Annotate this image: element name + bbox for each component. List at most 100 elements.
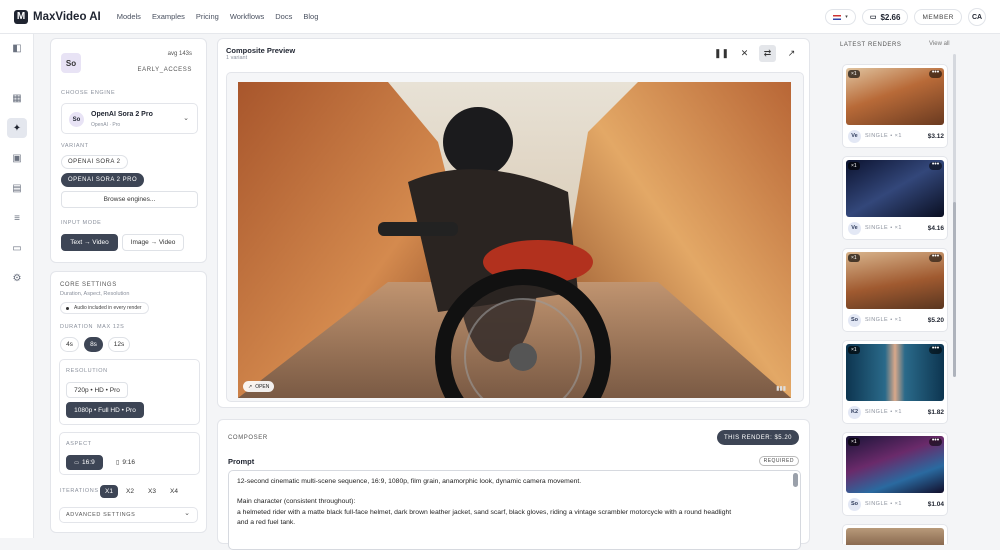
- resolution-label: RESOLUTION: [66, 368, 108, 374]
- iteration-x3[interactable]: X3: [143, 485, 161, 498]
- dashboard-icon[interactable]: ▦: [7, 88, 27, 108]
- icon-rail: ◧ ▦ ✦ ▣ ▤ ≡ ▭ ⚙: [0, 34, 34, 538]
- engine-select[interactable]: So OpenAI Sora 2 Pro OpenAI · Pro ⌄: [61, 103, 198, 134]
- render-card[interactable]: ×1 ••• Ve SINGLE • ×1 $3.12: [842, 64, 948, 148]
- render-card[interactable]: ×1 ••• K2 SINGLE • ×1 $1.82: [842, 340, 948, 424]
- video-still: [238, 82, 791, 398]
- duration-4s[interactable]: 4s: [60, 337, 79, 352]
- preview-title: Composite Preview: [226, 46, 296, 55]
- iteration-x1[interactable]: X1: [100, 485, 118, 498]
- core-settings-title: CORE SETTINGS: [60, 282, 117, 288]
- render-mode: SINGLE • ×1: [865, 317, 902, 323]
- duration-8s[interactable]: 8s: [84, 337, 103, 352]
- render-engine-badge: Ve: [848, 221, 861, 235]
- iteration-x2[interactable]: X2: [121, 485, 139, 498]
- more-options-icon[interactable]: •••: [929, 69, 942, 78]
- variant-sora-2[interactable]: OPENAI SORA 2: [61, 155, 128, 169]
- more-options-icon[interactable]: •••: [929, 437, 942, 446]
- chevron-down-icon: ▾: [845, 14, 848, 20]
- render-card[interactable]: ×1 ••• Ve SINGLE • ×1 $4.16: [842, 156, 948, 240]
- pause-icon[interactable]: ❚❚: [713, 45, 730, 62]
- prompt-line-2: Main character (consistent throughout):: [237, 498, 356, 505]
- view-all-link[interactable]: View all: [929, 41, 950, 47]
- iteration-x4[interactable]: X4: [165, 485, 183, 498]
- aspect-9-16[interactable]: ▯ 9:16: [107, 455, 144, 470]
- nav-link-pricing[interactable]: Pricing: [196, 12, 219, 21]
- render-card[interactable]: ×1 ••• So SINGLE • ×1 $5.20: [842, 248, 948, 332]
- loop-icon[interactable]: ⇄: [759, 45, 776, 62]
- browse-engines-button[interactable]: Browse engines...: [61, 191, 198, 208]
- video-frame: ↗ OPEN ▮▮▮: [226, 72, 804, 402]
- render-mode: SINGLE • ×1: [865, 501, 902, 507]
- advanced-settings-toggle[interactable]: ADVANCED SETTINGS ⌄: [59, 507, 198, 523]
- render-engine-badge: K2: [848, 405, 861, 419]
- input-mode-label: INPUT MODE: [61, 220, 102, 226]
- collapse-sidebar-icon[interactable]: ◧: [7, 38, 27, 58]
- render-price: $5.20: [927, 316, 944, 324]
- access-badge: EARLY_ACCESS: [137, 67, 192, 73]
- nav-link-docs[interactable]: Docs: [275, 12, 292, 21]
- billing-icon[interactable]: ▭: [7, 238, 27, 258]
- external-link-icon: ↗: [248, 383, 253, 390]
- latest-renders-panel: LATEST RENDERS View all ×1 ••• Ve SINGLE…: [833, 34, 1000, 545]
- preview-subtitle: 1 variant: [226, 55, 248, 61]
- video-player[interactable]: ↗ OPEN ▮▮▮: [238, 82, 791, 398]
- duration-max: MAX 12S: [97, 324, 125, 330]
- render-engine-badge: So: [848, 313, 861, 327]
- render-price: $1.82: [927, 408, 944, 416]
- prompt-scrollbar[interactable]: [793, 473, 798, 487]
- aspect-16-9[interactable]: ▭ 16:9: [66, 455, 103, 470]
- member-badge[interactable]: MEMBER: [914, 9, 962, 25]
- jobs-icon[interactable]: ≡: [7, 208, 27, 228]
- renders-scrollbar[interactable]: [953, 54, 956, 377]
- mode-text-to-video[interactable]: Text → Video: [61, 234, 118, 251]
- variant-sora-2-pro[interactable]: OPENAI SORA 2 PRO: [61, 173, 145, 187]
- nav-link-blog[interactable]: Blog: [303, 12, 318, 21]
- nav-link-examples[interactable]: Examples: [152, 12, 185, 21]
- language-selector[interactable]: ▾: [825, 9, 856, 25]
- render-meta: So SINGLE • ×1 $5.20: [848, 313, 944, 327]
- settings-icon[interactable]: ⚙: [7, 268, 27, 288]
- chevron-down-icon: ⌄: [184, 510, 190, 517]
- gallery-icon[interactable]: ▣: [7, 148, 27, 168]
- render-card[interactable]: ×1 ••• So SINGLE • ×1 $1.04: [842, 432, 948, 516]
- avatar[interactable]: CA: [968, 8, 986, 26]
- avg-time: avg 143s: [167, 51, 192, 57]
- render-meta: Ve SINGLE • ×1 $4.16: [848, 221, 944, 235]
- render-count-tag: ×1: [848, 346, 860, 354]
- prompt-textarea[interactable]: 12-second cinematic multi-scene sequence…: [228, 470, 801, 550]
- flag-icon: [833, 14, 842, 20]
- render-thumbnail[interactable]: [846, 528, 944, 545]
- external-link-icon[interactable]: ↗: [783, 45, 800, 62]
- mute-icon[interactable]: ✕: [736, 45, 753, 62]
- more-options-icon[interactable]: •••: [929, 345, 942, 354]
- mode-image-to-video[interactable]: Image → Video: [122, 234, 184, 251]
- render-card[interactable]: [842, 524, 948, 545]
- advanced-settings-label: ADVANCED SETTINGS: [66, 512, 136, 518]
- more-options-icon[interactable]: •••: [929, 161, 942, 170]
- wallet-balance[interactable]: ▭ $2.66: [861, 9, 909, 25]
- render-engine-badge: So: [848, 497, 861, 511]
- generate-icon[interactable]: ✦: [7, 118, 27, 138]
- composer-label: COMPOSER: [228, 435, 268, 441]
- brand-name: MaxVideo AI: [33, 10, 101, 23]
- duration-12s[interactable]: 12s: [108, 337, 130, 352]
- prompt-line-3: a helmeted rider with a matte black full…: [237, 509, 732, 516]
- more-options-icon[interactable]: •••: [929, 253, 942, 262]
- nav-link-models[interactable]: Models: [117, 12, 141, 21]
- engine-name: OpenAI Sora 2 Pro: [91, 111, 153, 118]
- resolution-1080p[interactable]: 1080p • Full HD • Pro: [66, 402, 144, 418]
- render-engine-badge: Ve: [848, 129, 861, 143]
- nav-link-workflows[interactable]: Workflows: [230, 12, 264, 21]
- resolution-720p[interactable]: 720p • HD • Pro: [66, 382, 128, 398]
- open-button[interactable]: ↗ OPEN: [243, 381, 275, 392]
- aspect-9-16-label: 9:16: [122, 459, 135, 466]
- library-icon[interactable]: ▤: [7, 178, 27, 198]
- core-settings-subtitle: Duration, Aspect, Resolution: [60, 291, 130, 297]
- render-count-tag: ×1: [848, 70, 860, 78]
- render-meta: So SINGLE • ×1 $1.04: [848, 497, 944, 511]
- audio-included-text: Audio included in every render: [74, 305, 142, 311]
- brand-logo[interactable]: M MaxVideo AI: [14, 9, 101, 24]
- renders-scrollbar-thumb[interactable]: [953, 202, 956, 377]
- dot-icon: [66, 307, 69, 310]
